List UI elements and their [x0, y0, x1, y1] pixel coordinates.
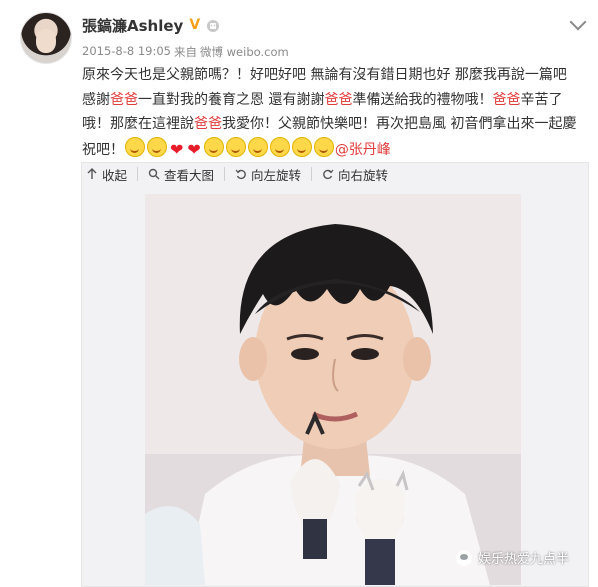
content-text: 感謝 — [82, 91, 110, 108]
content-line-4: 祝吧！ ❤ ❤ @张丹峰 — [82, 136, 587, 163]
rotate-right-label: 向右旋转 — [338, 167, 389, 183]
content-text: 我愛你！父親節快樂吧！再次把島風 初音們拿出來一起慶 — [222, 116, 577, 132]
post-photo[interactable] — [145, 194, 521, 585]
rotate-left-button[interactable]: 向左旋转 — [231, 165, 305, 184]
rotate-left-icon — [235, 169, 246, 180]
content-text: 原來今天也是父親節嗎？！好吧好吧 無論有沒有錯日期也好 那麼我再說一篇吧 — [82, 67, 567, 83]
member-icon[interactable] — [206, 18, 220, 32]
username-row: 張鎬濂Ashley V — [82, 14, 220, 36]
content-line-3: 哦！那麼在這裡說爸爸我愛你！父親節快樂吧！再次把島風 初音們拿出來一起慶 — [82, 112, 587, 137]
divider — [311, 167, 313, 181]
post-content: 原來今天也是父親節嗎？！好吧好吧 無論有沒有錯日期也好 那麼我再說一篇吧 感謝爸… — [82, 63, 587, 162]
post-meta: 2015-8-8 19:05 来自 微博 weibo.com — [82, 44, 289, 60]
heart-icon: ❤ — [187, 139, 201, 159]
content-text: 辛苦了 — [520, 91, 563, 108]
view-large-label: 查看大图 — [164, 167, 215, 183]
highlight-text: 爸爸 — [110, 91, 138, 108]
view-large-button[interactable]: 查看大图 — [144, 165, 218, 184]
content-line-1: 原來今天也是父親節嗎？！好吧好吧 無論有沒有錯日期也好 那麼我再說一篇吧 — [82, 63, 587, 88]
avatar-face — [36, 29, 56, 53]
highlight-text: 爸爸 — [324, 91, 353, 108]
post-time[interactable]: 2015-8-8 19:05 — [82, 44, 171, 60]
media-toolbar: 收起 查看大图 向左旋转 向右旋转 — [82, 163, 392, 185]
rotate-left-label: 向左旋转 — [251, 167, 302, 183]
heart-icon: ❤ — [170, 139, 184, 159]
divider — [137, 167, 139, 181]
selfie-illustration — [145, 194, 521, 585]
content-text: 一直對我的養育之恩 還有謝謝 — [138, 91, 325, 108]
content-text: 祝吧！ — [82, 141, 124, 158]
smile-emoji-icon — [203, 136, 224, 157]
grin-emoji-icon — [147, 136, 167, 157]
wechat-icon — [456, 549, 472, 566]
blush-emoji-icon — [291, 136, 312, 157]
collapse-label: 收起 — [102, 167, 128, 183]
chevron-down-icon[interactable] — [569, 13, 587, 31]
rotate-right-button[interactable]: 向右旋转 — [318, 165, 392, 184]
heart-eyes-emoji-icon — [225, 136, 246, 157]
blush-emoji-icon — [313, 136, 334, 157]
wink-emoji-icon — [247, 136, 268, 157]
watermark-text: 娱乐热爱九点半 — [478, 552, 570, 567]
collapse-button[interactable]: 收起 — [82, 165, 131, 184]
rotate-right-icon — [323, 169, 334, 180]
post-source-link[interactable]: 微博 weibo.com — [200, 44, 289, 60]
avatar[interactable] — [20, 12, 72, 64]
grin-emoji-icon — [125, 136, 145, 157]
source-prefix: 来自 — [174, 45, 197, 59]
watermark: 娱乐热爱九点半 — [456, 548, 569, 567]
username-link[interactable]: 張鎬濂Ashley — [82, 15, 183, 36]
verified-badge-icon: V — [189, 17, 201, 33]
divider — [224, 167, 226, 181]
content-text: 準備送給我的禮物哦！ — [352, 91, 493, 108]
mention-link[interactable]: @张丹峰 — [335, 142, 391, 158]
search-icon — [148, 168, 160, 180]
highlight-text: 爸爸 — [492, 91, 521, 108]
highlight-text: 爸爸 — [194, 116, 222, 132]
tongue-emoji-icon — [269, 136, 290, 157]
content-line-2: 感謝爸爸一直對我的養育之恩 還有謝謝爸爸準備送給我的禮物哦！爸爸辛苦了 — [82, 88, 587, 113]
content-text: 哦！那麼在這裡說 — [82, 116, 194, 132]
arrow-up-icon — [87, 168, 97, 179]
